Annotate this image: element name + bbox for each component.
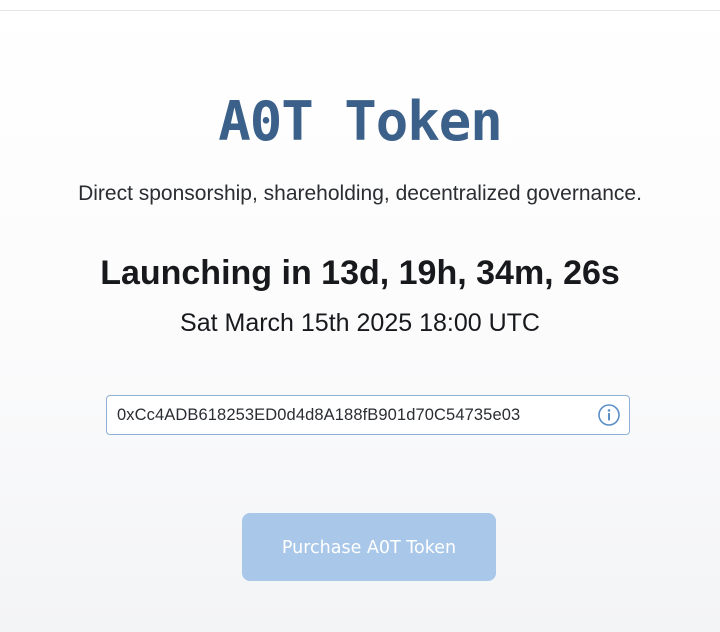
page-title: A0T Token bbox=[218, 90, 503, 153]
tagline: Direct sponsorship, shareholding, decent… bbox=[78, 182, 642, 205]
contract-address-text[interactable]: 0xCc4ADB618253ED0d4d8A188fB901d70C54735e… bbox=[117, 406, 597, 425]
info-icon[interactable] bbox=[597, 403, 621, 427]
top-divider bbox=[0, 0, 720, 11]
contract-address-field[interactable]: 0xCc4ADB618253ED0d4d8A188fB901d70C54735e… bbox=[106, 395, 630, 435]
launch-countdown: Launching in 13d, 19h, 34m, 26s bbox=[100, 254, 620, 292]
launch-date: Sat March 15th 2025 18:00 UTC bbox=[180, 309, 540, 337]
purchase-button[interactable]: Purchase A0T Token bbox=[242, 513, 496, 581]
